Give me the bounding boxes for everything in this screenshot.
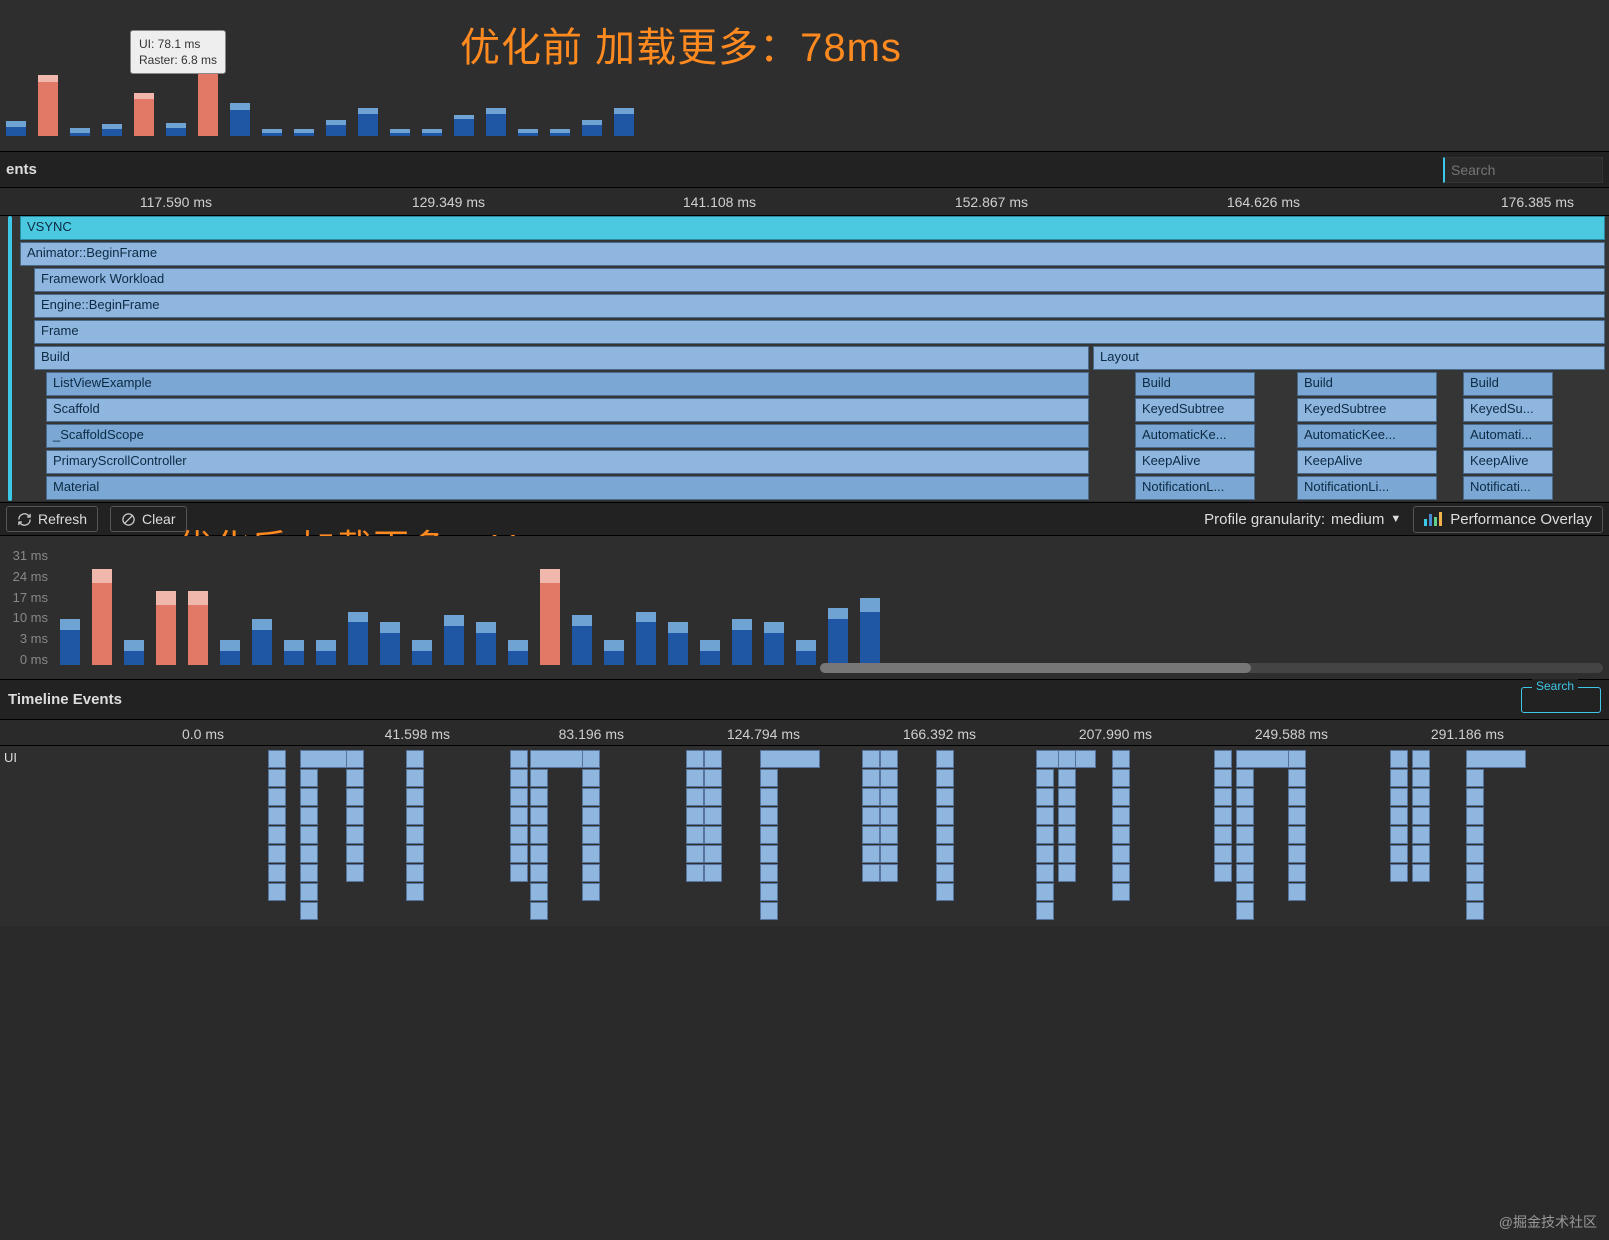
flame-seg[interactable]: NotificationLi... xyxy=(1297,476,1437,500)
refresh-button[interactable]: Refresh xyxy=(6,506,98,532)
flame-seg[interactable]: Build xyxy=(1297,372,1437,396)
events-label: ents xyxy=(6,161,37,178)
flame-seg[interactable]: KeepAlive xyxy=(1463,450,1553,474)
selection-bracket xyxy=(8,216,12,501)
flame-seg[interactable]: Material xyxy=(46,476,1089,500)
tooltip-raster: Raster: 6.8 ms xyxy=(139,52,217,68)
flame-seg[interactable]: KeepAlive xyxy=(1297,450,1437,474)
time-ruler-top[interactable]: 117.590 ms129.349 ms141.108 ms152.867 ms… xyxy=(0,188,1609,216)
flame-seg[interactable]: Notificati... xyxy=(1463,476,1553,500)
flame-seg-vsync[interactable]: VSYNC xyxy=(20,216,1605,240)
flame-seg[interactable]: KeepAlive xyxy=(1135,450,1255,474)
search-pill[interactable]: Search xyxy=(1521,687,1601,713)
flame-seg[interactable]: PrimaryScrollController xyxy=(46,450,1089,474)
search-input[interactable] xyxy=(1443,157,1603,183)
frame-chart-after: 31 ms24 ms17 ms10 ms3 ms0 ms xyxy=(0,536,1609,680)
flame-seg[interactable]: Engine::BeginFrame xyxy=(34,294,1605,318)
bars-bottom[interactable] xyxy=(60,569,890,665)
granularity-select[interactable]: Profile granularity: medium ▼ xyxy=(1204,511,1401,528)
flame-seg[interactable]: Framework Workload xyxy=(34,268,1605,292)
flame-seg[interactable]: KeyedSubtree xyxy=(1135,398,1255,422)
flame-seg[interactable]: _ScaffoldScope xyxy=(46,424,1089,448)
flame-seg[interactable]: Build xyxy=(1135,372,1255,396)
chevron-down-icon: ▼ xyxy=(1390,513,1401,525)
flame-seg[interactable]: NotificationL... xyxy=(1135,476,1255,500)
timeline-events-header: Timeline Events Search xyxy=(0,680,1609,720)
flame-seg[interactable]: Frame xyxy=(34,320,1605,344)
toolbar: Refresh Clear 优化后 加载更多：11ms Profile gran… xyxy=(0,502,1609,536)
flame-seg[interactable]: Automati... xyxy=(1463,424,1553,448)
flame-seg[interactable]: AutomaticKe... xyxy=(1135,424,1255,448)
flame-seg[interactable]: Animator::BeginFrame xyxy=(20,242,1605,266)
flame-row: VSYNC xyxy=(20,216,1609,241)
tooltip-ui: UI: 78.1 ms xyxy=(139,36,217,52)
time-ruler-bottom[interactable]: 0.0 ms41.598 ms83.196 ms124.794 ms166.39… xyxy=(0,720,1609,746)
horizontal-scrollbar[interactable] xyxy=(820,663,1603,673)
flame-seg[interactable]: KeyedSubtree xyxy=(1297,398,1437,422)
perf-overlay-label: Performance Overlay xyxy=(1450,511,1592,528)
watermark: @掘金技术社区 xyxy=(1499,1212,1597,1232)
clear-icon xyxy=(121,512,136,527)
granularity-value: medium xyxy=(1331,511,1384,528)
events-header: ents xyxy=(0,152,1609,188)
frame-chart-before: UI: 78.1 ms Raster: 6.8 ms 优化前 加载更多：78ms xyxy=(0,0,1609,152)
bars-icon xyxy=(1424,512,1442,526)
flame-seg[interactable]: ListViewExample xyxy=(46,372,1089,396)
performance-overlay-button[interactable]: Performance Overlay xyxy=(1413,506,1603,533)
frame-tooltip: UI: 78.1 ms Raster: 6.8 ms xyxy=(130,30,226,74)
refresh-icon xyxy=(17,512,32,527)
flame-seg[interactable]: AutomaticKee... xyxy=(1297,424,1437,448)
yaxis: 31 ms24 ms17 ms10 ms3 ms0 ms xyxy=(0,548,54,667)
flame-seg-layout[interactable]: Layout xyxy=(1093,346,1605,370)
flame-seg[interactable]: Scaffold xyxy=(46,398,1089,422)
flame-chart[interactable]: VSYNC Animator::BeginFrame Framework Wor… xyxy=(0,216,1609,501)
flame-seg[interactable]: KeyedSu... xyxy=(1463,398,1553,422)
refresh-label: Refresh xyxy=(38,511,87,527)
bars-top[interactable] xyxy=(6,40,644,136)
timeline-events-label: Timeline Events xyxy=(8,691,122,708)
clear-button[interactable]: Clear xyxy=(110,506,186,532)
clear-label: Clear xyxy=(142,511,175,527)
granularity-label: Profile granularity: xyxy=(1204,511,1325,528)
lane-label: UI xyxy=(4,750,17,765)
search-pill-label: Search xyxy=(1532,679,1578,693)
flame-seg-build[interactable]: Build xyxy=(34,346,1089,370)
flame-seg[interactable]: Build xyxy=(1463,372,1553,396)
ui-lanes[interactable]: UI xyxy=(0,746,1609,926)
